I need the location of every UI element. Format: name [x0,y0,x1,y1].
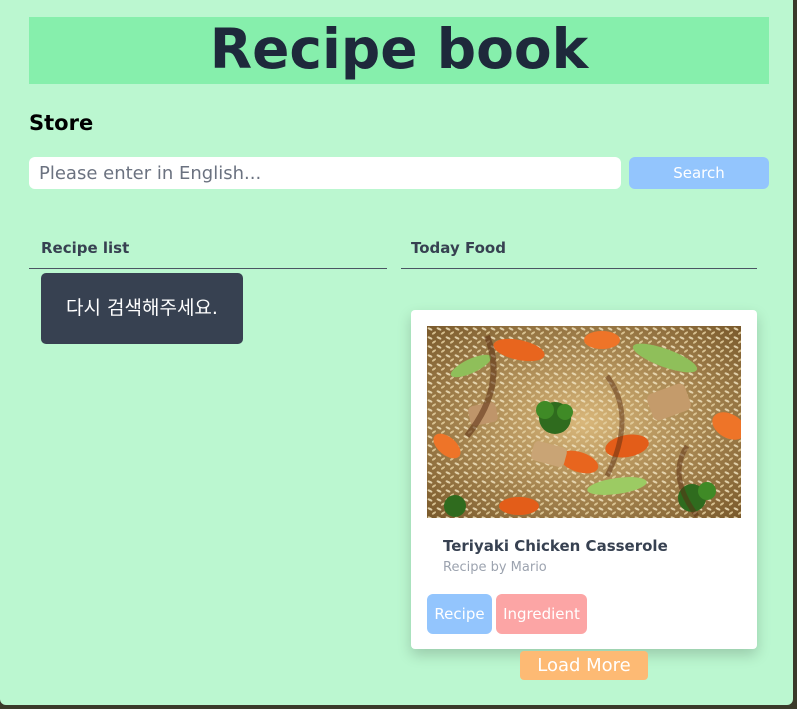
recipe-button[interactable]: Recipe [427,594,492,634]
recipe-list-heading: Recipe list [41,239,130,257]
load-more-button[interactable]: Load More [520,651,648,680]
recipe-list-divider [29,268,387,269]
store-title: Store [29,111,94,135]
today-food-heading: Today Food [411,239,506,257]
ingredient-button[interactable]: Ingredient [496,594,587,634]
today-food-divider [401,268,757,269]
header-banner: Recipe book [29,17,769,84]
search-button[interactable]: Search [629,157,769,189]
recipe-title: Teriyaki Chicken Casserole [443,537,668,555]
search-again-message: 다시 검색해주세요. [41,273,243,344]
recipe-image [427,326,741,518]
app-title: Recipe book [209,17,589,81]
recipe-author: Recipe by Mario [443,560,547,575]
search-input[interactable] [29,157,621,189]
app-page: Recipe book Store Search Recipe list Tod… [0,0,793,705]
today-food-card: Teriyaki Chicken Casserole Recipe by Mar… [411,310,757,649]
